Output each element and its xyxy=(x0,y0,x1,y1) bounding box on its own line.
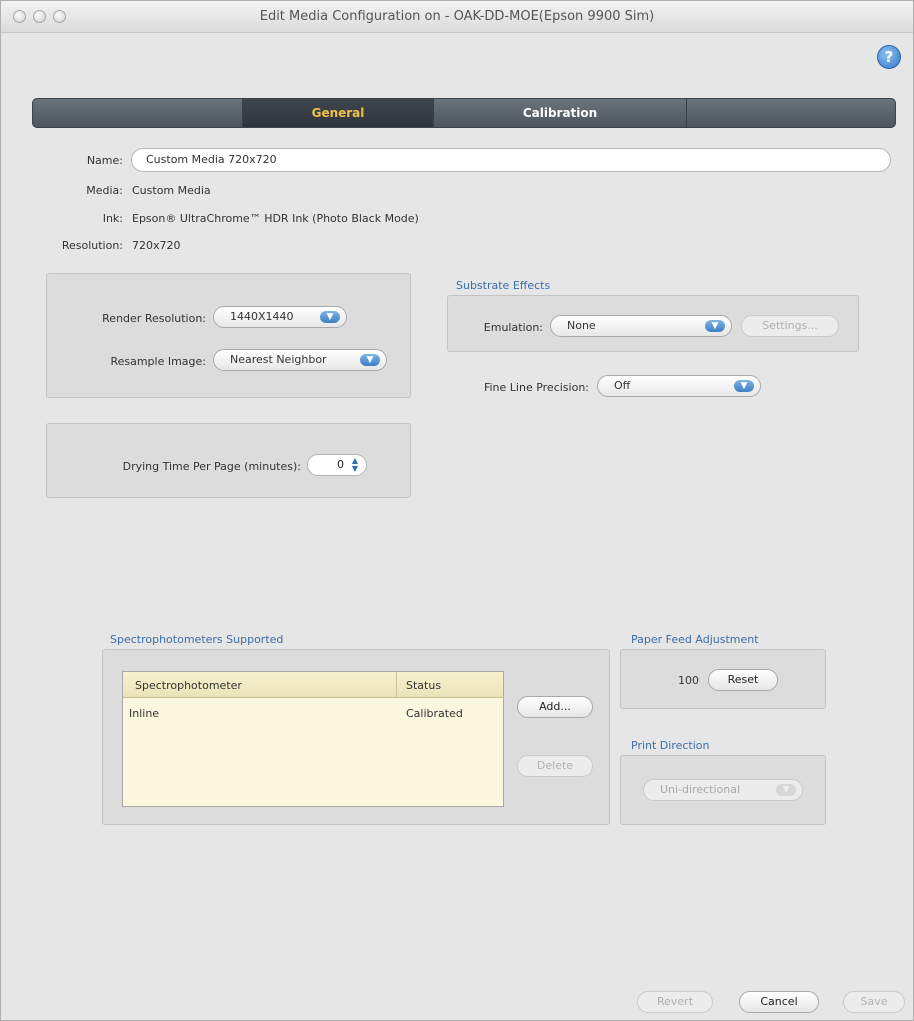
paper-feed-value: 100 xyxy=(678,674,699,687)
fine-line-value: Off xyxy=(614,379,631,392)
chevron-down-icon: ▼ xyxy=(320,311,340,323)
revert-button[interactable]: Revert xyxy=(637,991,713,1013)
emulation-label: Emulation: xyxy=(483,321,543,334)
name-label: Name: xyxy=(86,154,123,167)
render-resolution-value: 1440X1440 xyxy=(230,310,294,323)
substrate-effects-title: Substrate Effects xyxy=(456,279,551,292)
resample-popup[interactable]: Nearest Neighbor ▼ xyxy=(213,349,387,371)
add-button[interactable]: Add... xyxy=(517,696,593,718)
render-resolution-label: Render Resolution: xyxy=(102,312,206,325)
cancel-button[interactable]: Cancel xyxy=(739,991,819,1013)
tab-bar: General Calibration xyxy=(32,98,896,128)
chevron-down-icon: ▼ xyxy=(360,354,380,366)
emulation-popup[interactable]: None ▼ xyxy=(550,315,732,337)
ink-value: Epson® UltraChrome™ HDR Ink (Photo Black… xyxy=(132,212,419,225)
stepper-arrows-icon[interactable]: ▲ ▼ xyxy=(348,457,362,473)
name-input[interactable]: Custom Media 720x720 xyxy=(131,148,891,172)
spectro-table: Spectrophotometer Status Inline Calibrat… xyxy=(122,671,504,807)
table-row-name[interactable]: Inline xyxy=(129,707,159,720)
paper-feed-title: Paper Feed Adjustment xyxy=(631,633,759,646)
save-button[interactable]: Save xyxy=(843,991,905,1013)
resample-value: Nearest Neighbor xyxy=(230,353,327,366)
table-header: Spectrophotometer Status xyxy=(123,672,503,698)
resolution-value: 720x720 xyxy=(132,239,181,252)
render-group xyxy=(46,273,411,398)
fine-line-popup[interactable]: Off ▼ xyxy=(597,375,761,397)
render-resolution-popup[interactable]: 1440X1440 ▼ xyxy=(213,306,347,328)
edit-media-window: Edit Media Configuration on - OAK-DD-MOE… xyxy=(0,0,914,1021)
chevron-down-icon: ▼ xyxy=(776,784,796,796)
media-value: Custom Media xyxy=(132,184,211,197)
table-row-status[interactable]: Calibrated xyxy=(406,707,463,720)
print-direction-popup[interactable]: Uni-directional ▼ xyxy=(643,779,803,801)
print-direction-value: Uni-directional xyxy=(660,783,741,796)
delete-button[interactable]: Delete xyxy=(517,755,593,777)
tab-general[interactable]: General xyxy=(243,99,433,127)
chevron-down-icon: ▼ xyxy=(705,320,725,332)
emulation-value: None xyxy=(567,319,596,332)
media-label: Media: xyxy=(86,184,123,197)
fine-line-label: Fine Line Precision: xyxy=(483,381,589,394)
column-status[interactable]: Status xyxy=(406,679,441,692)
title-bar: Edit Media Configuration on - OAK-DD-MOE… xyxy=(1,1,913,33)
window-title: Edit Media Configuration on - OAK-DD-MOE… xyxy=(259,9,655,24)
reset-button[interactable]: Reset xyxy=(708,669,778,691)
print-direction-title: Print Direction xyxy=(631,739,710,752)
drying-time-value: 0 xyxy=(337,458,344,471)
drying-label: Drying Time Per Page (minutes): xyxy=(122,460,301,473)
resample-label: Resample Image: xyxy=(110,355,206,368)
tab-calibration[interactable]: Calibration xyxy=(434,99,686,127)
spectro-title: Spectrophotometers Supported xyxy=(110,633,284,646)
chevron-down-icon: ▼ xyxy=(734,380,754,392)
settings-button[interactable]: Settings... xyxy=(741,315,839,337)
column-spectrophotometer[interactable]: Spectrophotometer xyxy=(135,679,242,692)
ink-label: Ink: xyxy=(102,212,123,225)
help-icon[interactable]: ? xyxy=(877,45,901,69)
resolution-label: Resolution: xyxy=(61,239,123,252)
drying-time-stepper[interactable]: 0 ▲ ▼ xyxy=(307,454,367,476)
